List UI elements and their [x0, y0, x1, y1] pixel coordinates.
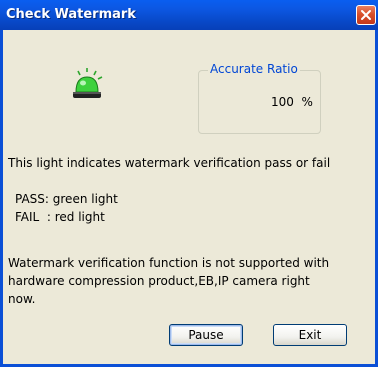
support-note-line3: now.	[8, 292, 36, 306]
accurate-ratio-value: 100 %	[271, 95, 313, 109]
window-title: Check Watermark	[6, 7, 136, 22]
support-note-line2: hardware compression product,EB,IP camer…	[8, 274, 310, 288]
ratio-unit: %	[301, 95, 313, 109]
support-note-line1: Watermark verification function is not s…	[8, 256, 330, 270]
accurate-ratio-label: Accurate Ratio	[208, 62, 300, 76]
close-button[interactable]	[356, 5, 376, 25]
dialog-body: Accurate Ratio 100 % This light indicate…	[3, 30, 375, 364]
light-description: This light indicates watermark verificat…	[8, 156, 331, 170]
fail-legend: FAIL : red light	[15, 210, 105, 224]
exit-button[interactable]: Exit	[273, 324, 347, 346]
title-bar: Check Watermark	[0, 0, 378, 30]
pause-button[interactable]: Pause	[169, 324, 243, 346]
accurate-ratio-group: Accurate Ratio 100 %	[198, 62, 321, 134]
close-icon	[361, 10, 371, 20]
green-siren-icon	[73, 68, 103, 98]
ratio-number: 100	[271, 95, 294, 109]
check-watermark-window: Check Watermark Accurate Ratio 100 % Thi…	[0, 0, 378, 367]
pass-legend: PASS: green light	[15, 192, 118, 206]
